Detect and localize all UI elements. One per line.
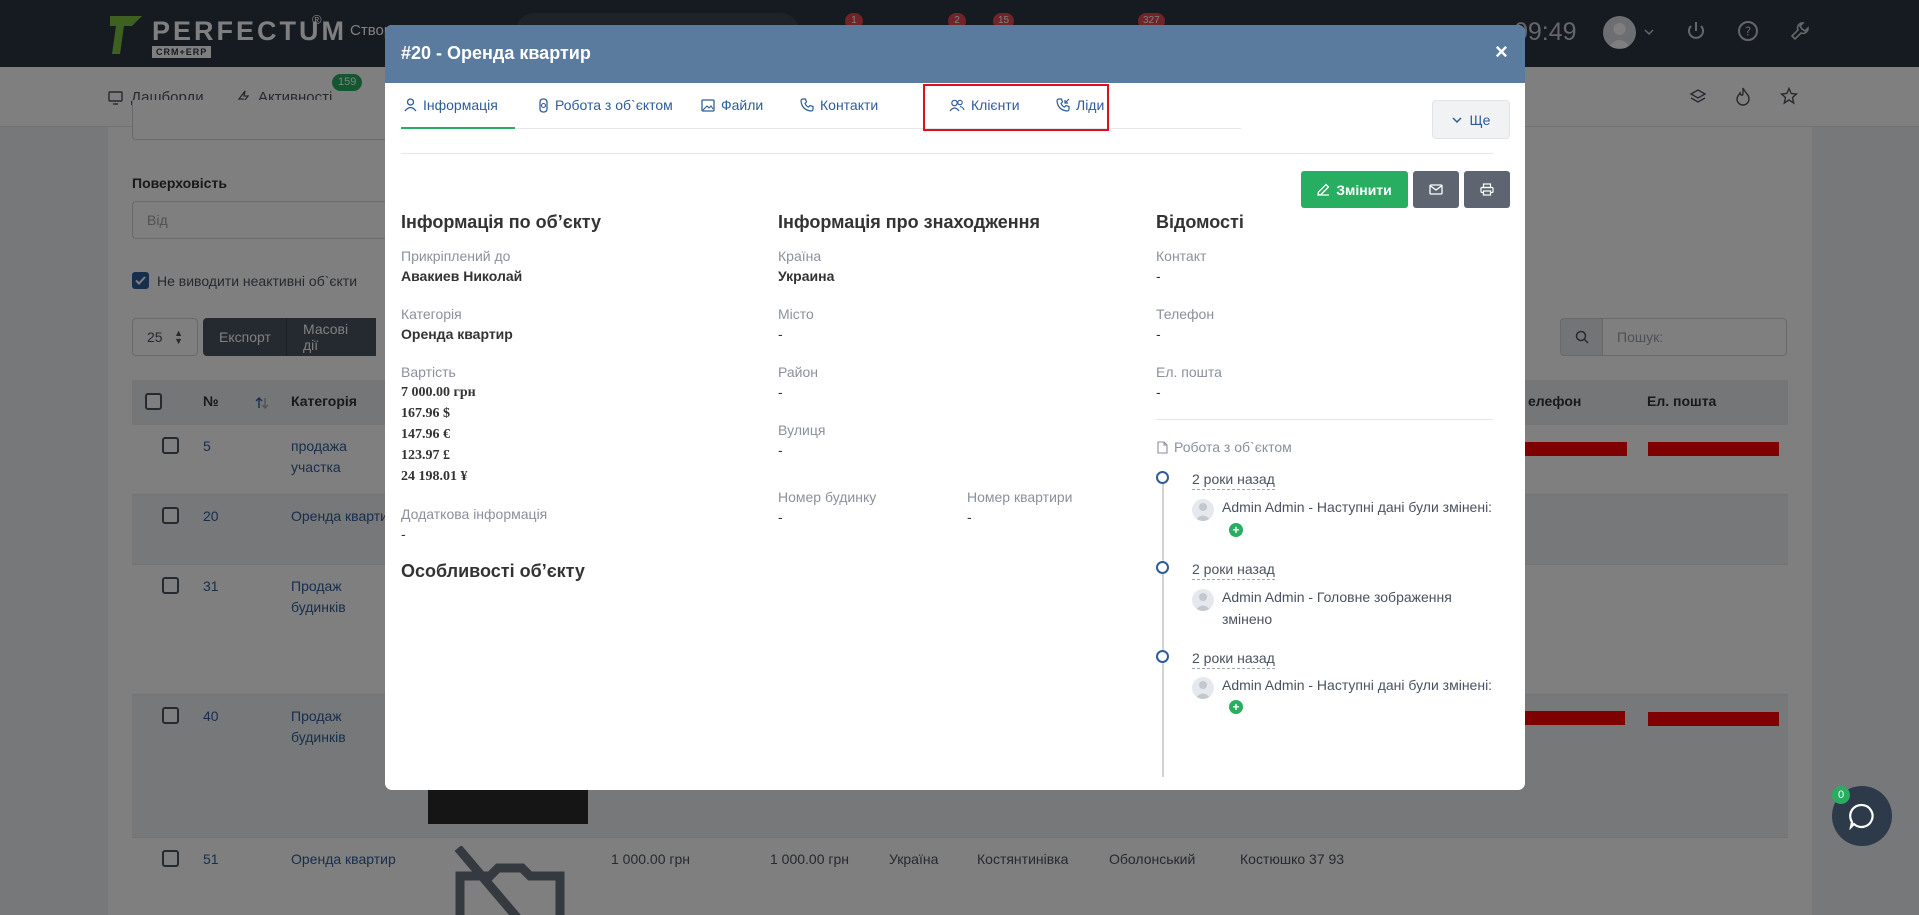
object-info-title: Інформація по об’єкту [401, 212, 602, 232]
expand-plus-icon[interactable]: + [1229, 700, 1243, 714]
close-icon[interactable]: × [1495, 41, 1508, 63]
divider [401, 153, 1493, 154]
printer-icon [1480, 183, 1494, 196]
cost-label: Вартість [401, 364, 456, 380]
contact-value: - [1156, 268, 1161, 284]
timeline-title: Робота з об`єктом [1174, 439, 1292, 455]
phone-icon [800, 98, 814, 112]
print-button[interactable] [1464, 171, 1510, 208]
edit-button[interactable]: Змінити [1301, 171, 1408, 208]
cost-value-jpy: 24 198.01 ¥ [401, 469, 468, 484]
location-info-title: Інформація про знаходження [778, 212, 1041, 232]
attached-value: Авакиев Николай [401, 268, 523, 284]
attached-label: Прикріплений до [401, 248, 511, 264]
tab-object-work-label: Робота з об`єктом [555, 97, 673, 113]
district-value: - [778, 384, 783, 400]
avatar [1192, 677, 1214, 699]
cost-value-uah: 7 000.00 грн [401, 385, 476, 400]
extra-info-value: - [401, 526, 406, 542]
phone-value: - [1156, 326, 1161, 342]
tab-contacts-label: Контакти [820, 97, 879, 113]
chat-badge: 0 [1832, 786, 1850, 804]
city-label: Місто [778, 306, 814, 322]
user-icon [404, 98, 417, 112]
more-label: Ще [1469, 111, 1491, 128]
timeline-dot [1156, 561, 1169, 574]
timeline-dot [1156, 471, 1169, 484]
email-button[interactable] [1413, 171, 1459, 208]
cost-value-eur: 147.96 € [401, 427, 450, 442]
timeline-text: Admin Admin - Наступні дані були змінені… [1222, 499, 1493, 515]
tab-information[interactable]: Інформація [401, 97, 515, 129]
country-value: Украина [778, 268, 835, 284]
category-label: Категорія [401, 306, 462, 322]
timeline-line [1162, 477, 1164, 777]
chat-bubble-icon [1849, 803, 1874, 830]
timeline-header: Робота з об`єктом [1157, 439, 1292, 455]
email-label: Ел. пошта [1156, 364, 1222, 380]
highlight-box [923, 84, 1109, 131]
timeline-time[interactable]: 2 роки назад [1192, 650, 1275, 669]
details-title: Відомості [1156, 212, 1244, 232]
street-value: - [778, 442, 783, 458]
city-value: - [778, 326, 783, 342]
contact-label: Контакт [1156, 248, 1207, 264]
avatar [1192, 589, 1214, 611]
tab-files[interactable]: Файли [701, 97, 763, 127]
mail-icon [1429, 184, 1443, 195]
apartment-value: - [967, 509, 972, 525]
image-icon [701, 98, 715, 112]
phone-label: Телефон [1156, 306, 1215, 322]
file-icon [1157, 440, 1168, 454]
tab-object-work[interactable]: Робота з об`єктом [538, 97, 673, 127]
category-value: Оренда квартир [401, 326, 513, 342]
tab-information-label: Інформація [423, 97, 498, 113]
divider [1156, 419, 1493, 420]
cost-value-usd: 167.96 $ [401, 406, 450, 421]
extra-info-label: Додаткова інформація [401, 506, 548, 522]
timeline-dot [1156, 650, 1169, 663]
more-dropdown-button[interactable]: Ще [1432, 100, 1510, 139]
apartment-label: Номер квартири [967, 489, 1073, 505]
features-title: Особливості об’єкту [401, 561, 585, 581]
timeline-text: Admin Admin - Наступні дані були змінені… [1222, 677, 1493, 693]
modal-title: #20 - Оренда квартир [401, 43, 591, 63]
watch-icon [539, 97, 548, 113]
modal-tabs: Інформація Робота з об`єктом Файли Конта… [401, 83, 1241, 129]
street-label: Вулиця [778, 422, 826, 438]
cost-value-gbp: 123.97 £ [401, 448, 450, 463]
district-label: Район [778, 364, 818, 380]
expand-plus-icon[interactable]: + [1229, 523, 1243, 537]
tab-contacts[interactable]: Контакти [800, 97, 878, 127]
pencil-icon [1317, 183, 1330, 196]
tab-files-label: Файли [721, 97, 764, 113]
email-value: - [1156, 384, 1161, 400]
house-value: - [778, 509, 783, 525]
timeline-time[interactable]: 2 роки назад [1192, 561, 1275, 580]
house-label: Номер будинку [778, 489, 877, 505]
timeline-text: Admin Admin - Головне зображення змінено [1222, 589, 1452, 627]
object-modal: #20 - Оренда квартир × Інформація Робота… [385, 25, 1525, 790]
chevron-down-icon [1452, 116, 1462, 123]
avatar [1192, 499, 1214, 521]
modal-header: #20 - Оренда квартир × [385, 25, 1525, 83]
timeline-time[interactable]: 2 роки назад [1192, 471, 1275, 490]
edit-label: Змінити [1336, 181, 1392, 198]
country-label: Країна [778, 248, 822, 264]
